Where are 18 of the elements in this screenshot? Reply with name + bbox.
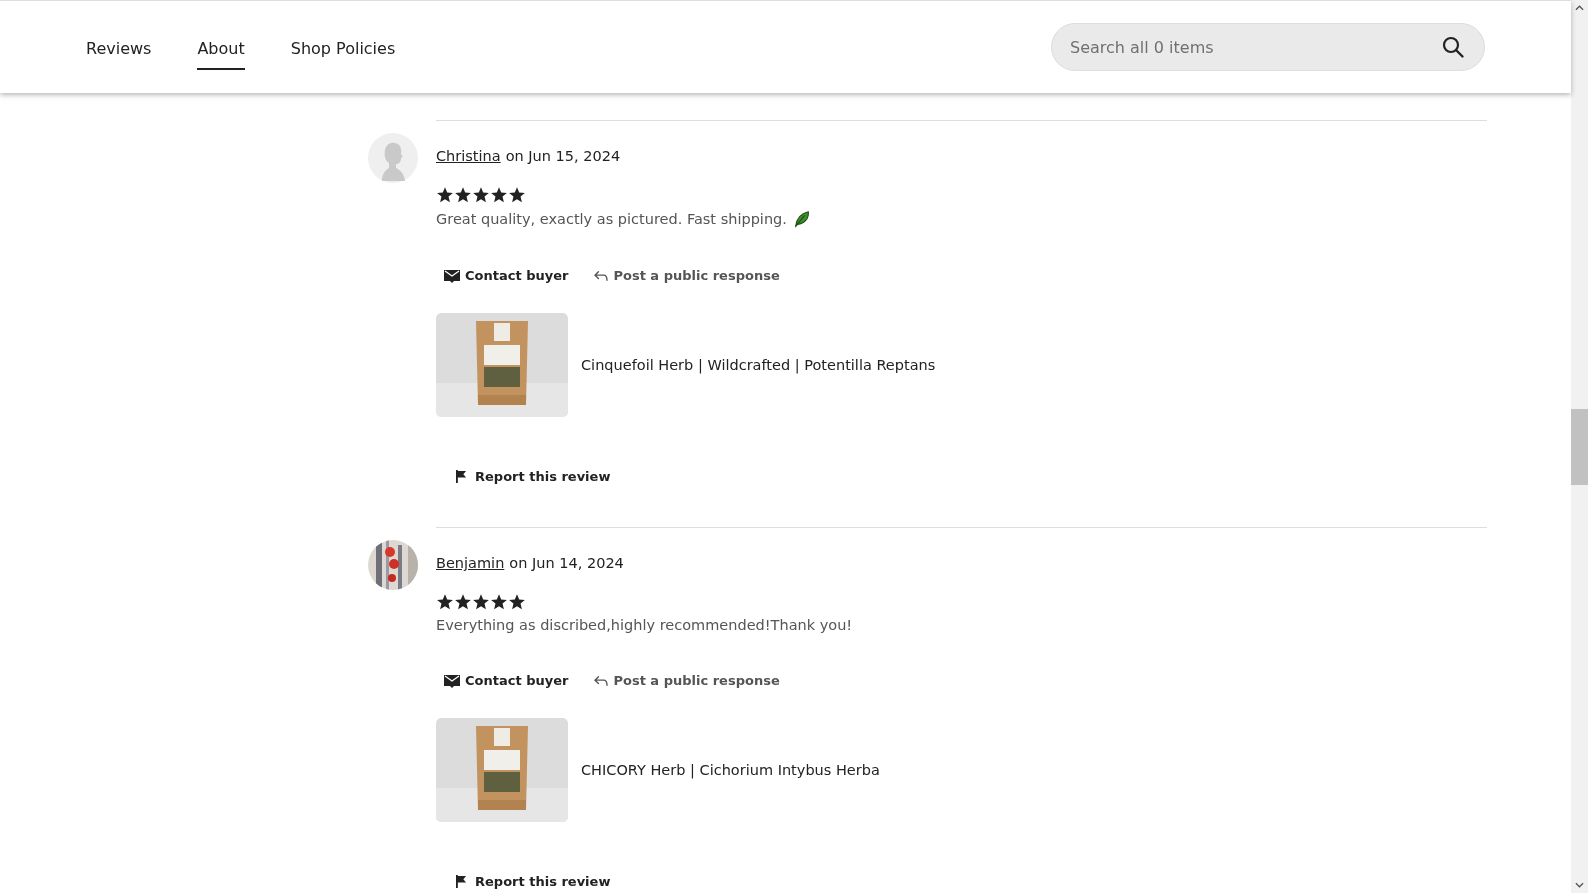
search-field[interactable]: Search all 0 items — [1051, 23, 1485, 71]
nav-tab[interactable]: Shop Policies — [290, 28, 396, 70]
report-link[interactable]: Report this review — [456, 874, 611, 889]
product-link[interactable]: CHICORY Herb | Cichorium Intybus Herba — [581, 762, 880, 778]
product-link[interactable]: Cinquefoil Herb | Wildcrafted | Potentilla Reptans — [581, 357, 936, 373]
contact-buyer-link[interactable]: Contact buyer — [444, 268, 569, 283]
contact-buyer-link[interactable]: Contact buyer — [444, 673, 569, 688]
reviewer-link[interactable]: Benjamin — [436, 555, 505, 571]
report-link[interactable]: Report this review — [456, 469, 611, 484]
public-response-link[interactable]: Post a public response — [594, 268, 780, 283]
review-text: Great quality, exactly as pictured. Fast shipping. — [436, 211, 787, 227]
nav-tab[interactable]: About — [197, 28, 245, 70]
public-response-link[interactable]: Post a public response — [594, 673, 780, 688]
nav-tab[interactable]: Reviews — [86, 28, 152, 70]
reviewer-link[interactable]: Christina — [436, 148, 501, 164]
review-date: on Jun 14, 2024 — [509, 555, 624, 571]
review-date: on Jun 15, 2024 — [505, 148, 621, 164]
review-text: Everything as discribed,highly recommended!Thank you! — [436, 617, 853, 633]
